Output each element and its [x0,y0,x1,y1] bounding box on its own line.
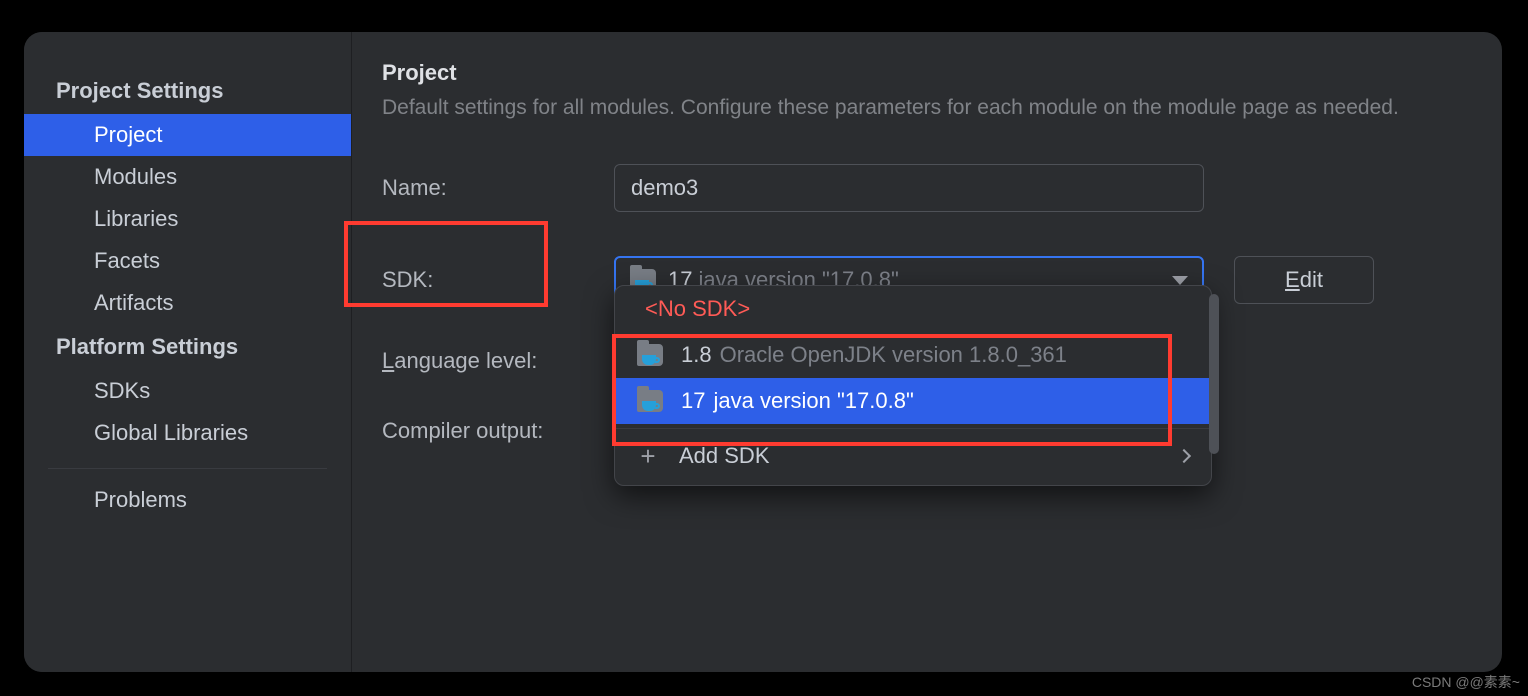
sidebar-item-sdks[interactable]: SDKs [24,370,351,412]
sdk-option-version: 17 [681,388,705,414]
add-sdk-label: Add SDK [679,443,770,469]
dropdown-scrollbar[interactable] [1209,294,1219,454]
plus-icon: + [637,445,659,467]
sidebar-item-problems[interactable]: Problems [24,479,351,521]
watermark: CSDN @@素素~ [1412,672,1520,692]
main-panel: Project Default settings for all modules… [352,32,1502,672]
sidebar-heading-platform-settings: Platform Settings [24,324,351,370]
sdk-option-no-sdk[interactable]: <No SDK> [615,286,1211,332]
sidebar-item-facets[interactable]: Facets [24,240,351,282]
sidebar-separator [48,468,327,469]
chevron-right-icon [1177,449,1191,463]
project-structure-window: Project Settings Project Modules Librari… [24,32,1502,672]
sdk-option-add-sdk[interactable]: + Add SDK [615,433,1211,479]
chevron-down-icon [1172,276,1188,285]
edit-sdk-button[interactable]: Edit [1234,256,1374,304]
page-title: Project [382,60,1502,86]
sidebar: Project Settings Project Modules Librari… [24,32,352,672]
sidebar-heading-project-settings: Project Settings [24,68,351,114]
page-description: Default settings for all modules. Config… [382,96,1502,120]
sdk-option-detail: Oracle OpenJDK version 1.8.0_361 [720,342,1067,368]
dropdown-separator [615,428,1211,429]
label-sdk: SDK: [382,267,614,293]
label-language-level: Language level: [382,348,614,374]
label-compiler-output: Compiler output: [382,418,614,444]
project-name-input[interactable] [614,164,1204,212]
row-name: Name: [382,164,1502,212]
sdk-option-1_8[interactable]: 1.8 Oracle OpenJDK version 1.8.0_361 [615,332,1211,378]
sdk-option-detail: java version "17.0.8" [713,388,913,414]
sidebar-item-libraries[interactable]: Libraries [24,198,351,240]
jdk-folder-icon [637,390,663,412]
sidebar-item-global-libraries[interactable]: Global Libraries [24,412,351,454]
sidebar-item-project[interactable]: Project [24,114,351,156]
jdk-folder-icon [637,344,663,366]
label-name: Name: [382,175,614,201]
sidebar-item-artifacts[interactable]: Artifacts [24,282,351,324]
sidebar-item-modules[interactable]: Modules [24,156,351,198]
sdk-option-17[interactable]: 17 java version "17.0.8" [615,378,1211,424]
sdk-dropdown: <No SDK> 1.8 Oracle OpenJDK version 1.8.… [614,285,1212,486]
sdk-option-version: 1.8 [681,342,712,368]
